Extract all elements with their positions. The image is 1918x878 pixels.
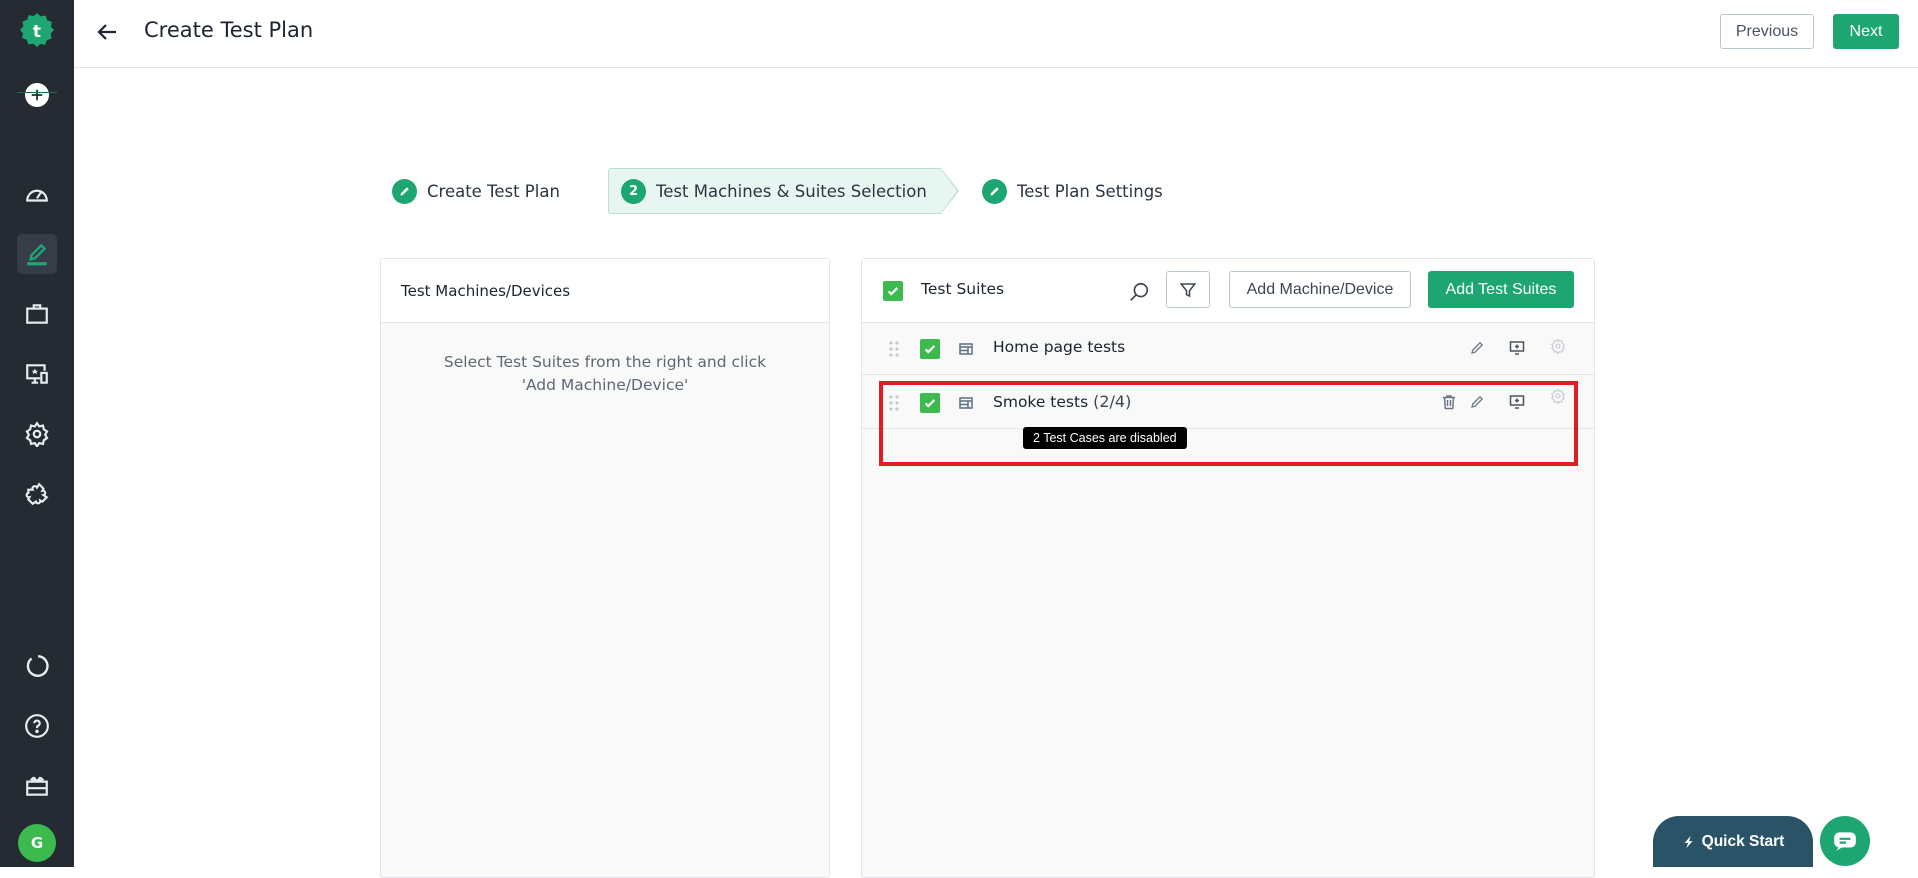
pencil-icon [1471, 395, 1484, 408]
panel-header: Test Machines/Devices [381, 259, 829, 323]
add-test-suites-button[interactable]: Add Test Suites [1428, 271, 1574, 308]
sidebar-item-settings[interactable] [17, 414, 57, 454]
suite-row: Home page tests [862, 323, 1594, 375]
sidebar-item-whats-new[interactable] [17, 766, 57, 806]
sidebar-item-test-lab[interactable] [17, 354, 57, 394]
settings-button[interactable] [1547, 335, 1569, 357]
pencil-icon [392, 178, 417, 204]
spinner-icon [26, 655, 49, 677]
logo-icon[interactable]: t [19, 12, 55, 48]
add-machine-device-button[interactable]: Add Machine/Device [1229, 271, 1411, 308]
step-label: Create Test Plan [427, 181, 560, 201]
drag-handle-icon[interactable] [888, 394, 900, 412]
arrow-left-icon [97, 24, 116, 40]
pencil-icon [27, 243, 47, 266]
gear-icon [1551, 338, 1565, 354]
sidebar-item-dashboard[interactable] [17, 174, 57, 214]
briefcase-icon [26, 304, 48, 324]
puzzle-icon [25, 482, 49, 506]
suite-checkbox[interactable] [920, 339, 940, 359]
speedometer-icon [26, 189, 48, 202]
chat-icon [1834, 832, 1856, 851]
tooltip: 2 Test Cases are disabled [1023, 427, 1187, 449]
panel-title: Test Suites [921, 280, 1005, 298]
step-number-badge: 2 [621, 178, 646, 204]
quick-start-label: Quick Start [1701, 832, 1785, 850]
trash-icon [1443, 395, 1455, 410]
step-label: Test Plan Settings [1017, 181, 1163, 201]
filter-button[interactable] [1166, 271, 1210, 308]
edit-button[interactable] [1466, 337, 1488, 359]
step-create-test-plan[interactable]: Create Test Plan [392, 168, 560, 214]
suite-name[interactable]: Home page tests [993, 338, 1125, 356]
header: Create Test Plan Previous Next [74, 0, 1918, 68]
back-button[interactable] [92, 16, 124, 48]
check-icon [924, 345, 936, 354]
delete-button[interactable] [1438, 391, 1460, 413]
settings-button[interactable] [1547, 385, 1569, 407]
gear-icon [1551, 388, 1565, 404]
question-icon [25, 714, 49, 738]
sidebar-item-help[interactable] [17, 706, 57, 746]
sidebar-item-addons[interactable] [17, 474, 57, 514]
add-to-machine-button[interactable] [1506, 391, 1528, 413]
sidebar: t G [0, 0, 74, 867]
panel-title: Test Machines/Devices [401, 281, 571, 300]
test-machines-panel: Test Machines/Devices Select Test Suites… [380, 258, 830, 878]
pencil-icon [982, 178, 1007, 204]
search-icon [1130, 282, 1149, 301]
sidebar-divider [17, 92, 57, 93]
suite-icon [959, 397, 973, 409]
previous-button[interactable]: Previous [1720, 14, 1814, 49]
empty-state-message: Select Test Suites from the right and cl… [443, 353, 767, 394]
filter-icon [1179, 282, 1197, 297]
quick-start-button[interactable]: Quick Start [1653, 816, 1813, 867]
add-to-machine-button[interactable] [1506, 337, 1528, 359]
add-icon[interactable] [25, 83, 49, 107]
drag-handle-icon[interactable] [888, 340, 900, 358]
monitor-plus-icon [1509, 395, 1525, 409]
step-test-machines-suites-selection[interactable]: 2 Test Machines & Suites Selection [608, 168, 959, 214]
pencil-icon [1471, 341, 1484, 354]
page-title: Create Test Plan [144, 18, 314, 42]
suite-name[interactable]: Smoke tests (2/4) [993, 392, 1131, 411]
step-test-plan-settings[interactable]: Test Plan Settings [982, 168, 1163, 214]
sidebar-item-test-plans[interactable] [17, 294, 57, 334]
lightning-icon [1684, 835, 1693, 848]
suite-icon [959, 343, 973, 355]
svg-text:t: t [33, 22, 41, 42]
suite-row: Smoke tests (2/4) 2 Test Cases are disab… [862, 377, 1594, 449]
gear-icon [25, 421, 49, 447]
edit-button[interactable] [1466, 391, 1488, 413]
select-all-checkbox[interactable] [883, 281, 903, 301]
search-button[interactable] [1124, 277, 1154, 307]
test-suites-panel: Test Suites Add Machine/Device Add Test … [861, 258, 1595, 878]
avatar[interactable]: G [18, 824, 56, 862]
step-label: Test Machines & Suites Selection [656, 181, 927, 201]
next-button[interactable]: Next [1833, 14, 1899, 49]
monitor-plus-icon [1509, 341, 1525, 355]
sidebar-item-activity[interactable] [17, 646, 57, 686]
devices-icon [26, 364, 48, 384]
panel-header: Test Suites Add Machine/Device Add Test … [862, 259, 1594, 323]
check-icon [887, 287, 899, 296]
check-icon [924, 399, 936, 408]
suite-checkbox[interactable] [920, 393, 940, 413]
gift-icon [26, 776, 48, 796]
chat-button[interactable] [1820, 816, 1870, 866]
suite-count: (2/4) [1093, 392, 1132, 411]
sidebar-item-test-development[interactable] [17, 234, 57, 274]
